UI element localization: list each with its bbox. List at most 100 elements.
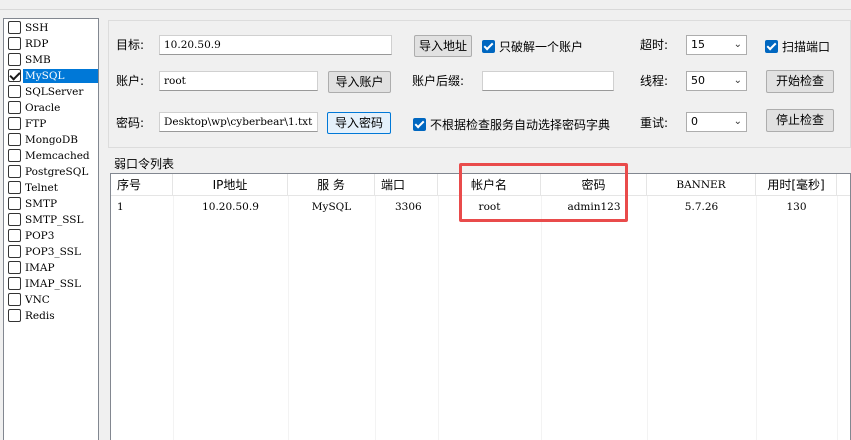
password-label: 密码: xyxy=(116,116,145,130)
protocol-item-pop3_ssl[interactable]: POP3_SSL xyxy=(5,244,98,259)
protocol-item-rdp[interactable]: RDP xyxy=(5,36,98,51)
protocol-label: POP3 xyxy=(25,229,55,242)
password-path: Desktop\wp\cyberbear\1.txt xyxy=(164,116,313,128)
import-password-button[interactable]: 导入密码 xyxy=(327,112,391,134)
protocol-label: MySQL xyxy=(23,68,98,83)
col-header-banner[interactable]: BANNER xyxy=(647,174,756,196)
col-header-service[interactable]: 服 务 xyxy=(288,174,375,196)
checkbox-icon[interactable] xyxy=(8,245,21,258)
protocol-label: IMAP xyxy=(25,261,55,274)
scan-port-checkbox[interactable]: 扫描端口 xyxy=(765,38,830,55)
checkbox-icon[interactable] xyxy=(8,37,21,50)
stop-check-button[interactable]: 停止检查 xyxy=(766,109,834,132)
checkbox-icon[interactable] xyxy=(8,53,21,66)
checkbox-icon[interactable] xyxy=(8,197,21,210)
password-input[interactable]: Desktop\wp\cyberbear\1.txt xyxy=(159,112,318,132)
protocol-label: SMB xyxy=(25,53,51,66)
protocol-item-smtp_ssl[interactable]: SMTP_SSL xyxy=(5,212,98,227)
cell-index: 1 xyxy=(117,201,124,213)
chevron-down-icon: ⌄ xyxy=(733,39,742,50)
account-input[interactable]: root xyxy=(159,71,318,91)
protocol-item-pop3[interactable]: POP3 xyxy=(5,228,98,243)
checkbox-checked-icon[interactable] xyxy=(8,69,21,82)
column-divider xyxy=(438,196,439,440)
protocol-label: Oracle xyxy=(25,101,61,114)
crack-one-checkbox[interactable]: 只破解一个账户 xyxy=(482,38,583,55)
checkbox-icon[interactable] xyxy=(8,261,21,274)
retry-select[interactable]: 0 ⌄ xyxy=(686,112,747,132)
protocol-item-ftp[interactable]: FTP xyxy=(5,116,98,131)
col-header-index[interactable]: 序号 xyxy=(111,174,173,196)
chevron-down-icon: ⌄ xyxy=(733,75,742,86)
col-header-time[interactable]: 用时[毫秒] xyxy=(756,174,837,196)
list-title: 弱口令列表 xyxy=(114,157,175,171)
highlight-box xyxy=(459,163,628,222)
protocol-item-telnet[interactable]: Telnet xyxy=(5,180,98,195)
checkbox-icon[interactable] xyxy=(8,85,21,98)
cell-banner: 5.7.26 xyxy=(684,201,719,213)
protocol-label: Redis xyxy=(25,309,55,322)
target-label: 目标: xyxy=(116,38,145,52)
checkbox-checked-icon xyxy=(482,40,495,53)
suffix-input[interactable] xyxy=(482,71,614,91)
protocol-item-memcached[interactable]: Memcached xyxy=(5,148,98,163)
protocol-label: SSH xyxy=(25,21,49,34)
retry-value: 0 xyxy=(691,115,698,128)
threads-value: 50 xyxy=(691,74,705,87)
cell-port: 3306 xyxy=(395,201,422,213)
checkbox-icon[interactable] xyxy=(8,165,21,178)
protocol-item-postgresql[interactable]: PostgreSQL xyxy=(5,164,98,179)
protocol-item-vnc[interactable]: VNC xyxy=(5,292,98,307)
protocol-list[interactable]: SSH RDP SMB MySQL SQLServer Oracle FTP MongoDB M… xyxy=(3,18,99,440)
checkbox-icon[interactable] xyxy=(8,213,21,226)
auto-dict-checkbox[interactable]: 不根据检查服务自动选择密码字典 xyxy=(413,116,610,133)
protocol-item-ssh[interactable]: SSH xyxy=(5,20,98,35)
column-divider xyxy=(375,196,376,440)
protocol-item-redis[interactable]: Redis xyxy=(5,308,98,323)
checkbox-icon[interactable] xyxy=(8,277,21,290)
checkbox-icon[interactable] xyxy=(8,293,21,306)
protocol-label: Memcached xyxy=(25,149,90,162)
protocol-label: PostgreSQL xyxy=(25,165,89,178)
protocol-item-imap[interactable]: IMAP xyxy=(5,260,98,275)
checkbox-icon[interactable] xyxy=(8,181,21,194)
protocol-item-sqlserver[interactable]: SQLServer xyxy=(5,84,98,99)
protocol-item-smb[interactable]: SMB xyxy=(5,52,98,67)
timeout-select[interactable]: 15 ⌄ xyxy=(686,35,747,55)
checkbox-icon[interactable] xyxy=(8,117,21,130)
checkbox-icon[interactable] xyxy=(8,229,21,242)
protocol-label: Telnet xyxy=(25,181,58,194)
timeout-value: 15 xyxy=(691,38,705,51)
col-header-ip[interactable]: IP地址 xyxy=(173,174,288,196)
protocol-item-mysql[interactable]: MySQL xyxy=(5,68,98,83)
suffix-label: 账户后缀: xyxy=(412,74,465,88)
threads-select[interactable]: 50 ⌄ xyxy=(686,71,747,91)
checkbox-icon[interactable] xyxy=(8,149,21,162)
import-account-button[interactable]: 导入账户 xyxy=(328,71,391,93)
top-strip xyxy=(0,0,851,10)
checkbox-icon[interactable] xyxy=(8,133,21,146)
protocol-label: SMTP_SSL xyxy=(25,213,84,226)
col-header-port[interactable]: 端口 xyxy=(375,174,438,196)
chevron-down-icon: ⌄ xyxy=(733,116,742,127)
protocol-label: SQLServer xyxy=(25,85,84,98)
checkbox-icon[interactable] xyxy=(8,309,21,322)
protocol-item-oracle[interactable]: Oracle xyxy=(5,100,98,115)
checkbox-icon[interactable] xyxy=(8,21,21,34)
protocol-label: FTP xyxy=(25,117,47,130)
column-divider xyxy=(288,196,289,440)
checkbox-icon[interactable] xyxy=(8,101,21,114)
protocol-label: MongoDB xyxy=(25,133,79,146)
column-divider xyxy=(647,196,648,440)
column-divider xyxy=(837,196,838,440)
cell-service: MySQL xyxy=(311,201,352,213)
auto-dict-label: 不根据检查服务自动选择密码字典 xyxy=(430,118,611,132)
protocol-item-smtp[interactable]: SMTP xyxy=(5,196,98,211)
scan-port-label: 扫描端口 xyxy=(782,40,831,54)
protocol-item-imap_ssl[interactable]: IMAP_SSL xyxy=(5,276,98,291)
account-label: 账户: xyxy=(116,74,145,88)
start-check-button[interactable]: 开始检查 xyxy=(766,70,834,93)
target-input[interactable]: 10.20.50.9 xyxy=(159,35,392,55)
protocol-item-mongodb[interactable]: MongoDB xyxy=(5,132,98,147)
import-address-button[interactable]: 导入地址 xyxy=(414,35,472,57)
